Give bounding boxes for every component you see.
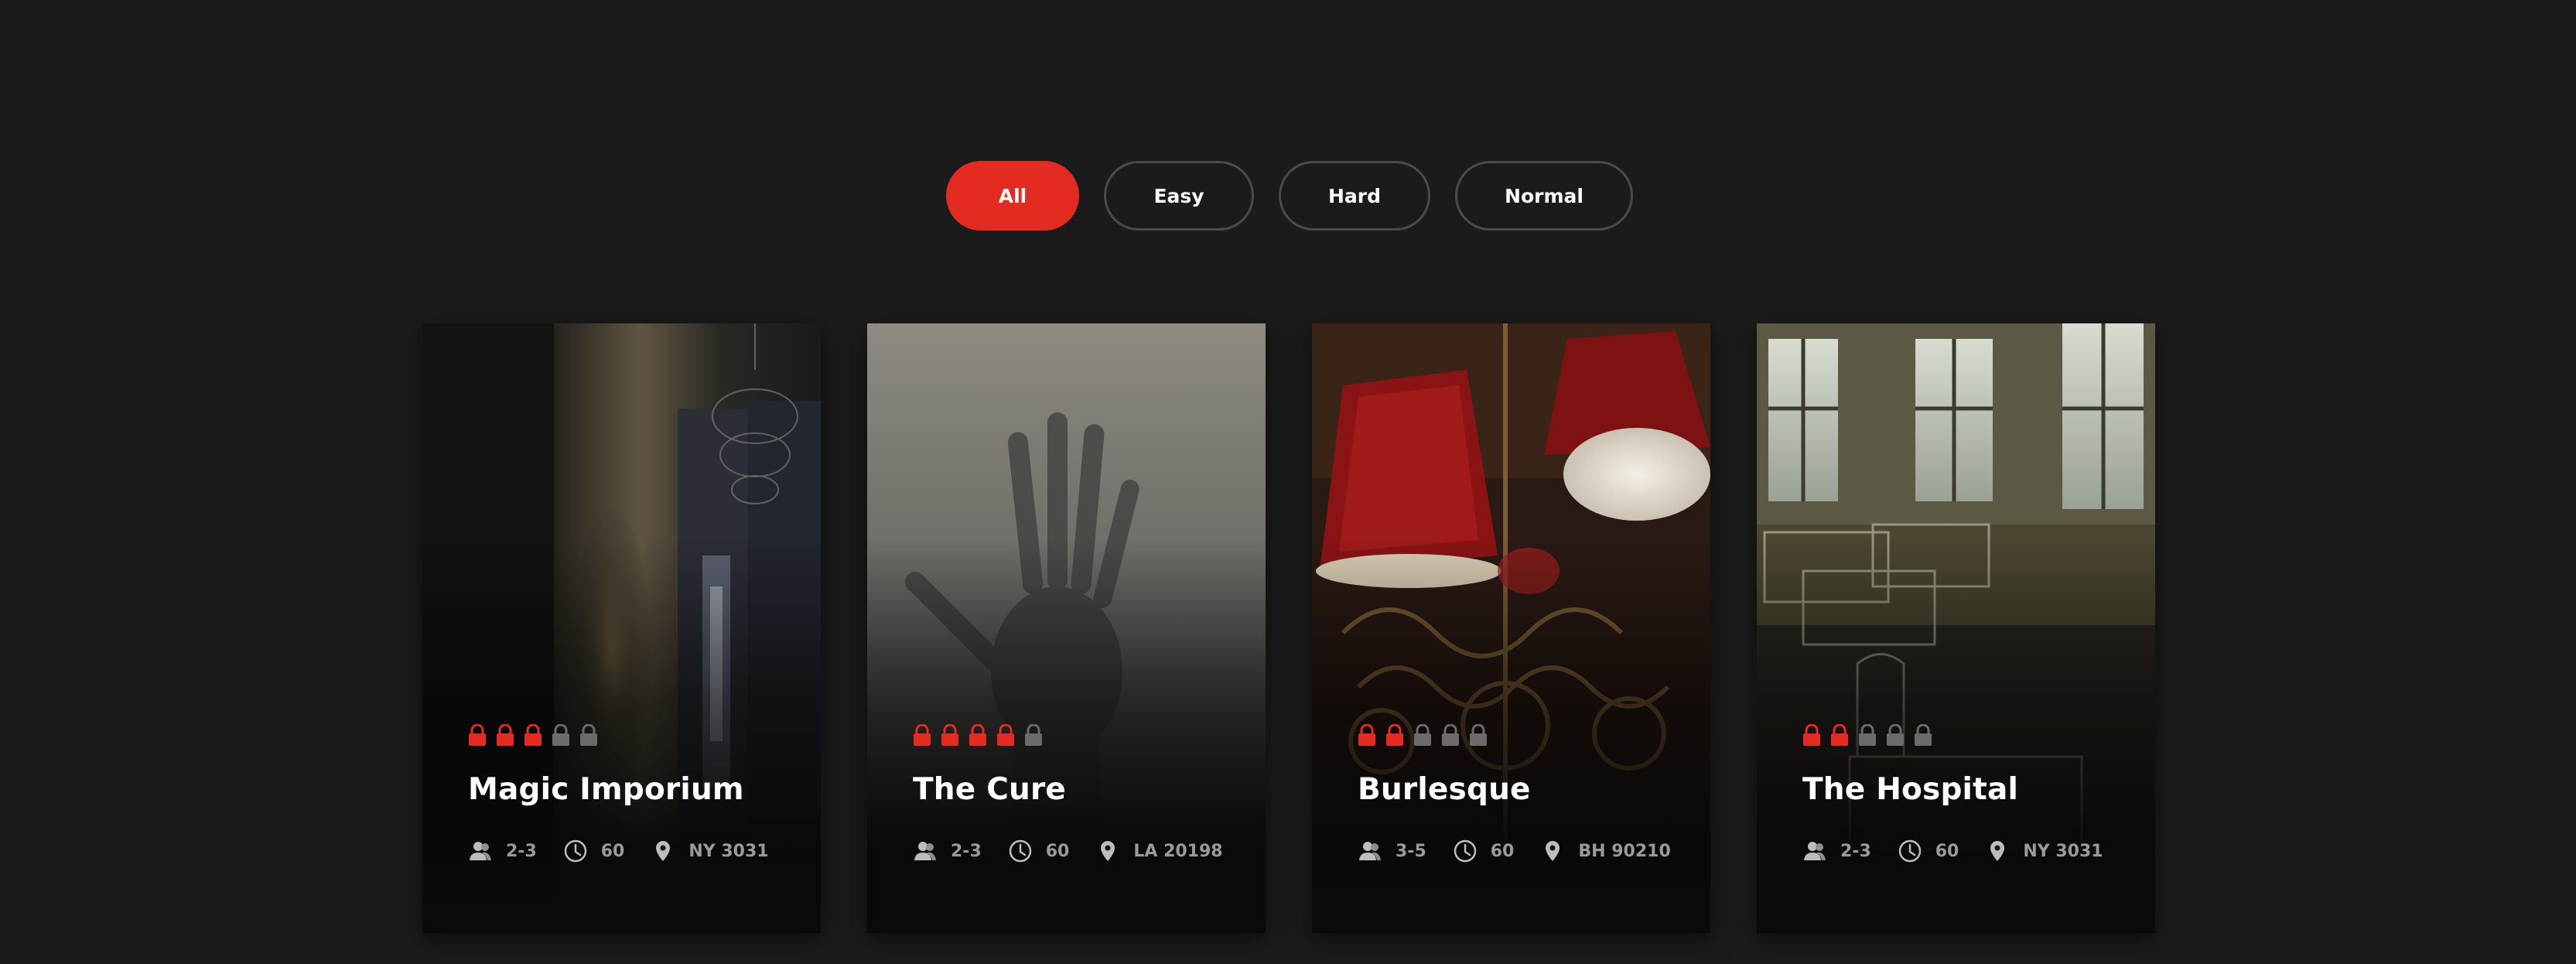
- difficulty-rating: [913, 723, 1043, 747]
- lock-icon: [468, 723, 487, 747]
- card-info: The Hospital 2-3 60 NY 3031: [1802, 723, 2132, 933]
- room-meta: 3-5 60 BH 90210: [1358, 839, 1671, 863]
- players-value: 3-5: [1396, 841, 1426, 861]
- lock-icon: [1358, 723, 1376, 747]
- players-icon: [1358, 839, 1382, 863]
- duration-value: 60: [1045, 841, 1070, 861]
- location-pin-icon: [1540, 839, 1565, 863]
- players-value: 2-3: [951, 841, 982, 861]
- duration-value: 60: [1935, 841, 1959, 861]
- lock-icon: [1830, 723, 1849, 747]
- room-title: Burlesque: [1358, 772, 1531, 807]
- location-pin-icon: [1095, 839, 1120, 863]
- players-icon: [1802, 839, 1827, 863]
- difficulty-rating: [1358, 723, 1488, 747]
- card-info: Burlesque 3-5 60 BH 90210: [1358, 723, 1687, 933]
- location-value: NY 3031: [2023, 841, 2103, 861]
- room-meta: 2-3 60 LA 20198: [913, 839, 1223, 863]
- lock-icon: [1024, 723, 1043, 747]
- card-info: Magic Imporium 2-3 60 NY 3031: [468, 723, 798, 933]
- duration-value: 60: [1490, 841, 1515, 861]
- location-pin-icon: [651, 839, 675, 863]
- lock-icon: [524, 723, 542, 747]
- difficulty-rating: [1802, 723, 1932, 747]
- card-info: The Cure 2-3 60 LA 20198: [913, 723, 1242, 933]
- lock-icon: [496, 723, 514, 747]
- difficulty-filter-bar: All Easy Hard Normal: [0, 161, 2576, 231]
- lock-icon: [913, 723, 931, 747]
- players-icon: [913, 839, 938, 863]
- room-card[interactable]: The Hospital 2-3 60 NY 3031: [1757, 323, 2155, 933]
- lock-icon: [1858, 723, 1877, 747]
- room-card[interactable]: Magic Imporium 2-3 60 NY 3031: [422, 323, 821, 933]
- players-value: 2-3: [1840, 841, 1871, 861]
- difficulty-rating: [468, 723, 598, 747]
- clock-icon: [563, 839, 588, 863]
- location-value: LA 20198: [1133, 841, 1223, 861]
- room-title: The Hospital: [1802, 772, 2019, 807]
- location-pin-icon: [1985, 839, 2010, 863]
- lock-icon: [579, 723, 598, 747]
- lock-icon: [1802, 723, 1821, 747]
- location-value: NY 3031: [688, 841, 769, 861]
- lock-icon: [1886, 723, 1905, 747]
- location-value: BH 90210: [1578, 841, 1671, 861]
- lock-icon: [1469, 723, 1488, 747]
- filter-hard-button[interactable]: Hard: [1279, 161, 1430, 231]
- lock-icon: [1441, 723, 1460, 747]
- lock-icon: [1385, 723, 1404, 747]
- lock-icon: [969, 723, 987, 747]
- room-title: Magic Imporium: [468, 772, 744, 807]
- lock-icon: [996, 723, 1015, 747]
- duration-value: 60: [600, 841, 625, 861]
- lock-icon: [1914, 723, 1932, 747]
- lock-icon: [941, 723, 959, 747]
- clock-icon: [1898, 839, 1922, 863]
- players-value: 2-3: [506, 841, 537, 861]
- filter-normal-button[interactable]: Normal: [1455, 161, 1633, 231]
- room-card[interactable]: The Cure 2-3 60 LA 20198: [867, 323, 1266, 933]
- room-meta: 2-3 60 NY 3031: [468, 839, 769, 863]
- players-icon: [468, 839, 493, 863]
- filter-all-button[interactable]: All: [946, 161, 1079, 231]
- room-card[interactable]: Burlesque 3-5 60 BH 90210: [1312, 323, 1710, 933]
- lock-icon: [552, 723, 570, 747]
- filter-easy-button[interactable]: Easy: [1104, 161, 1254, 231]
- room-title: The Cure: [913, 772, 1067, 807]
- clock-icon: [1008, 839, 1033, 863]
- clock-icon: [1453, 839, 1478, 863]
- room-card-grid: Magic Imporium 2-3 60 NY 3031 The Cure 2…: [422, 323, 2155, 933]
- lock-icon: [1413, 723, 1432, 747]
- room-meta: 2-3 60 NY 3031: [1802, 839, 2103, 863]
